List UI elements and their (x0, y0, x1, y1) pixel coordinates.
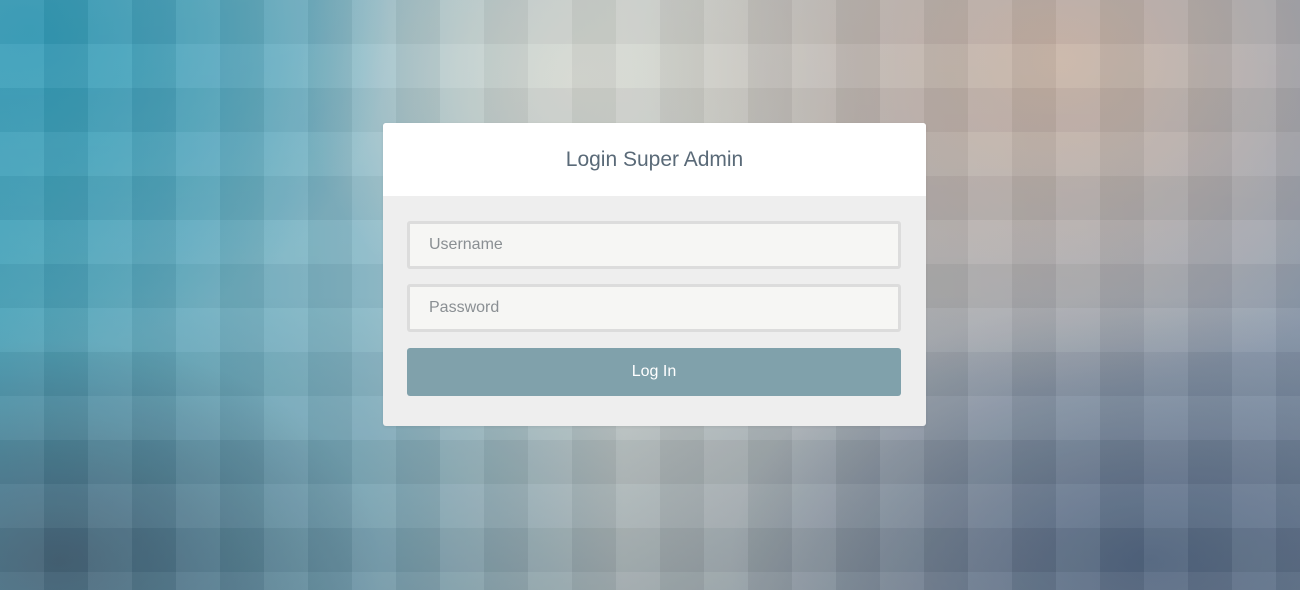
login-card: Login Super Admin Log In (383, 123, 926, 426)
login-button[interactable]: Log In (407, 348, 901, 396)
page-title: Login Super Admin (565, 147, 744, 171)
username-input[interactable] (407, 221, 901, 269)
login-form: Log In (383, 196, 926, 396)
login-card-header: Login Super Admin (383, 123, 926, 196)
password-input[interactable] (407, 284, 901, 332)
